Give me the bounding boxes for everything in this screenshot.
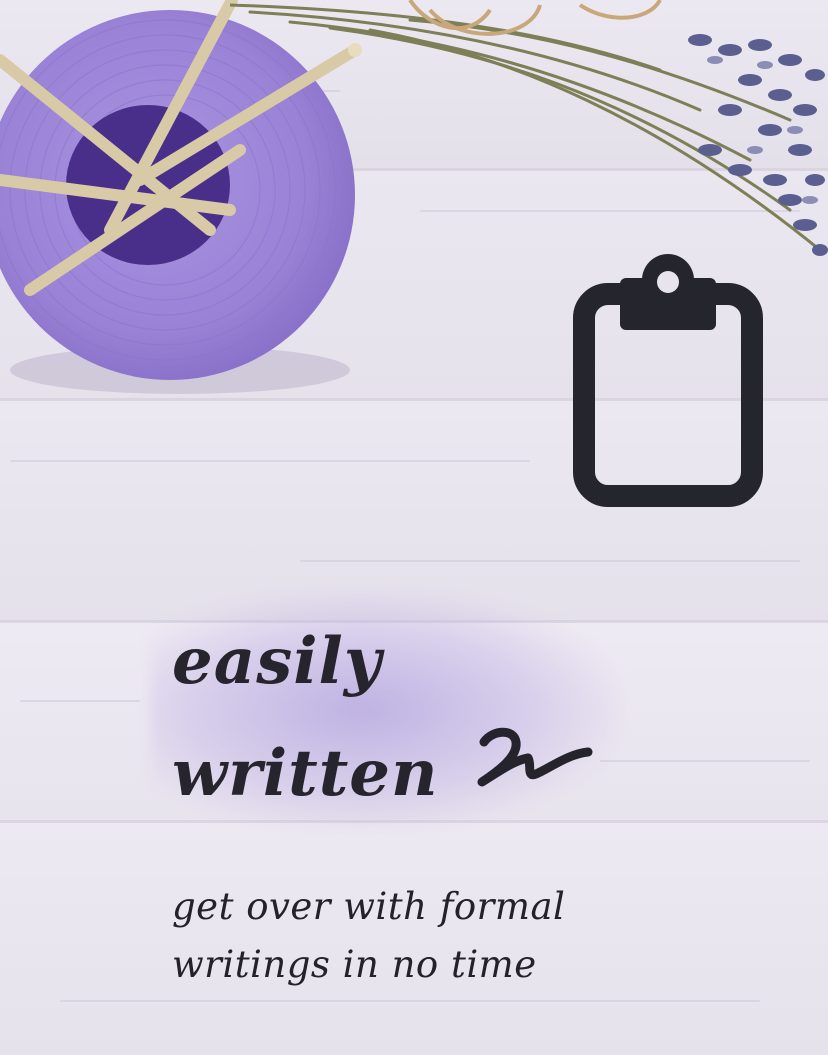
- squiggle-icon: [477, 727, 593, 787]
- headline-line-2: written: [172, 736, 439, 811]
- subtitle: get over with formal writings in no time: [172, 878, 632, 994]
- subtitle-line-1: get over with formal: [172, 885, 566, 928]
- hero-section: easily written get over with formal writ…: [0, 0, 828, 1055]
- headline-line-1: easily: [172, 624, 383, 699]
- subtitle-line-2: writings in no time: [172, 943, 537, 986]
